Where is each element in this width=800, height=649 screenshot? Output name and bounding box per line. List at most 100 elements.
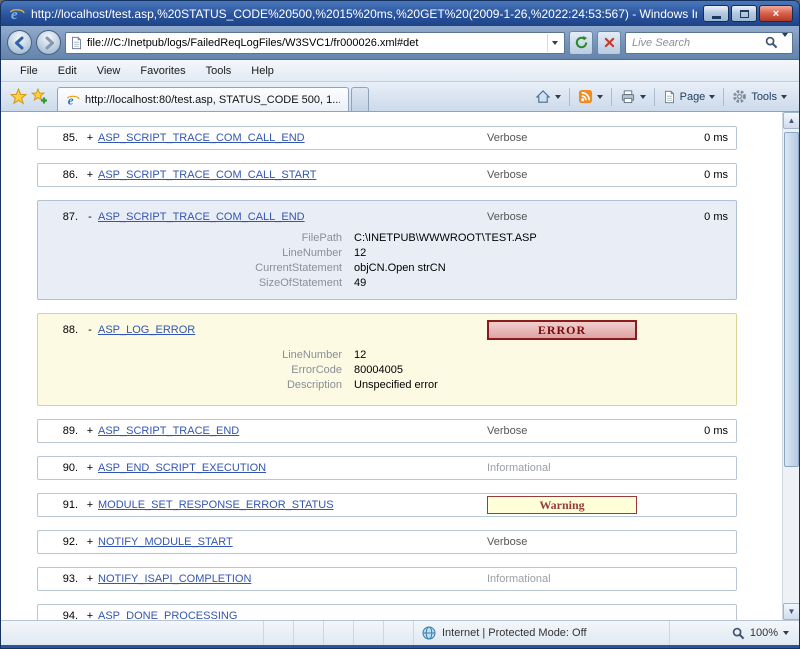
status-pane: [383, 621, 413, 645]
expanded-event-row: 87. - ASP_SCRIPT_TRACE_COM_CALL_END Verb…: [37, 200, 737, 300]
search-input[interactable]: Live Search: [632, 37, 761, 49]
event-row: 89. + ASP_SCRIPT_TRACE_END Verbose 0 ms: [37, 419, 737, 443]
zoom-control[interactable]: 100%: [669, 621, 799, 645]
refresh-button[interactable]: [569, 30, 593, 55]
ie-logo-icon: e: [9, 6, 25, 22]
event-properties: LineNumber 12 ErrorCode 80004005 Descripti…: [46, 348, 728, 393]
event-name-link[interactable]: ASP_SCRIPT_TRACE_COM_CALL_END: [98, 132, 487, 144]
event-name-link[interactable]: ASP_SCRIPT_TRACE_COM_CALL_START: [98, 169, 487, 181]
event-row: 92. + NOTIFY_MODULE_START Verbose: [37, 530, 737, 554]
back-button[interactable]: [7, 30, 32, 55]
event-number: 88.: [62, 324, 78, 336]
property-label: SizeOfStatement: [258, 277, 342, 289]
event-row: 91. + MODULE_SET_RESPONSE_ERROR_STATUS W…: [37, 493, 737, 517]
event-name-link[interactable]: ASP_LOG_ERROR: [98, 324, 487, 336]
expand-toggle[interactable]: +: [82, 610, 98, 620]
collapse-toggle[interactable]: -: [82, 324, 98, 336]
property-value: 12: [354, 349, 367, 361]
maximize-button[interactable]: [731, 5, 757, 22]
status-message-pane: [1, 621, 263, 645]
scroll-down-button[interactable]: ▼: [783, 603, 799, 620]
print-button[interactable]: [614, 86, 652, 108]
event-name-link[interactable]: NOTIFY_MODULE_START: [98, 536, 487, 548]
event-name-link[interactable]: ASP_END_SCRIPT_EXECUTION: [98, 462, 487, 474]
menu-favorites[interactable]: Favorites: [131, 62, 194, 80]
property-label: CurrentStatement: [255, 262, 342, 274]
property-label: Description: [286, 379, 342, 391]
zoom-dropdown-icon[interactable]: [783, 631, 789, 635]
active-tab[interactable]: e http://localhost:80/test.asp, STATUS_C…: [57, 87, 349, 111]
minimize-button[interactable]: [703, 5, 729, 22]
menu-view[interactable]: View: [88, 62, 130, 80]
event-name-link[interactable]: NOTIFY_ISAPI_COMPLETION: [98, 573, 487, 585]
event-severity: Informational: [487, 462, 551, 474]
property-label: LineNumber: [282, 247, 342, 259]
expand-toggle[interactable]: +: [82, 425, 98, 437]
expand-toggle[interactable]: +: [82, 573, 98, 585]
stop-button[interactable]: [597, 30, 621, 55]
expand-toggle[interactable]: +: [82, 132, 98, 144]
search-box[interactable]: Live Search: [625, 31, 793, 54]
event-duration: 0 ms: [704, 132, 728, 144]
event-number: 90.: [62, 462, 78, 474]
event-duration: 0 ms: [704, 211, 728, 223]
tools-menu-label: Tools: [751, 90, 777, 103]
trace-event-list: 85. + ASP_SCRIPT_TRACE_COM_CALL_END Verb…: [1, 112, 799, 620]
tab-bar: e http://localhost:80/test.asp, STATUS_C…: [1, 82, 799, 112]
status-bar: Internet | Protected Mode: Off 100%: [1, 620, 799, 645]
event-name-link[interactable]: ASP_SCRIPT_TRACE_COM_CALL_END: [98, 211, 487, 223]
new-tab-button[interactable]: [351, 87, 369, 111]
event-name-link[interactable]: ASP_SCRIPT_TRACE_END: [98, 425, 487, 437]
search-icon[interactable]: [765, 36, 778, 49]
window-frame-edge: [1, 645, 799, 648]
expand-toggle[interactable]: +: [82, 499, 98, 511]
event-number: 86.: [62, 169, 78, 181]
svg-text:e: e: [68, 93, 74, 107]
expand-toggle[interactable]: +: [82, 462, 98, 474]
address-text[interactable]: file:///C:/Inetpub/logs/FailedReqLogFile…: [87, 37, 543, 49]
vertical-scrollbar[interactable]: ▲ ▼: [782, 112, 799, 620]
status-pane: [293, 621, 323, 645]
event-number: 89.: [62, 425, 78, 437]
toolbar-separator: [610, 87, 612, 106]
error-badge: ERROR: [487, 320, 637, 340]
tab-favicon-icon: e: [66, 93, 80, 107]
property-value: C:\INETPUB\WWWROOT\TEST.ASP: [354, 232, 537, 244]
add-favorite-button[interactable]: [31, 88, 48, 105]
page-icon: [70, 36, 83, 50]
page-menu-button[interactable]: Page: [657, 86, 722, 108]
favorites-center-button[interactable]: [10, 88, 27, 105]
event-number: 87.: [62, 211, 78, 223]
expand-toggle[interactable]: +: [82, 169, 98, 181]
address-bar[interactable]: file:///C:/Inetpub/logs/FailedReqLogFile…: [65, 31, 565, 54]
home-button[interactable]: [529, 86, 567, 108]
collapse-toggle[interactable]: -: [82, 211, 98, 223]
menu-file[interactable]: File: [11, 62, 47, 80]
event-row: 90. + ASP_END_SCRIPT_EXECUTION Informati…: [37, 456, 737, 480]
property-value: 12: [354, 247, 367, 259]
property-label: LineNumber: [282, 349, 342, 361]
expand-toggle[interactable]: +: [82, 536, 98, 548]
search-dropdown[interactable]: [782, 32, 788, 49]
event-severity: Verbose: [487, 169, 528, 181]
scrollbar-thumb[interactable]: [784, 132, 799, 467]
event-row: 86. + ASP_SCRIPT_TRACE_COM_CALL_START Ve…: [37, 163, 737, 187]
tools-menu-button[interactable]: Tools: [726, 86, 793, 108]
event-severity: Informational: [487, 573, 551, 585]
forward-button[interactable]: [36, 30, 61, 55]
event-number: 85.: [62, 132, 78, 144]
scroll-up-button[interactable]: ▲: [783, 112, 799, 129]
close-button[interactable]: ×: [759, 5, 793, 22]
event-row: 85. + ASP_SCRIPT_TRACE_COM_CALL_END Verb…: [37, 126, 737, 150]
address-dropdown[interactable]: [547, 33, 562, 52]
menu-tools[interactable]: Tools: [197, 62, 241, 80]
page-menu-label: Page: [679, 90, 706, 103]
security-zone-pane[interactable]: Internet | Protected Mode: Off: [413, 621, 669, 645]
event-name-link[interactable]: MODULE_SET_RESPONSE_ERROR_STATUS: [98, 499, 487, 511]
feeds-button[interactable]: [572, 86, 609, 108]
menu-help[interactable]: Help: [242, 62, 283, 80]
menu-edit[interactable]: Edit: [49, 62, 86, 80]
event-name-link[interactable]: ASP_DONE_PROCESSING: [98, 610, 487, 620]
window-title: http://localhost/test.asp,%20STATUS_CODE…: [31, 6, 697, 21]
property-value: 49: [354, 277, 367, 289]
